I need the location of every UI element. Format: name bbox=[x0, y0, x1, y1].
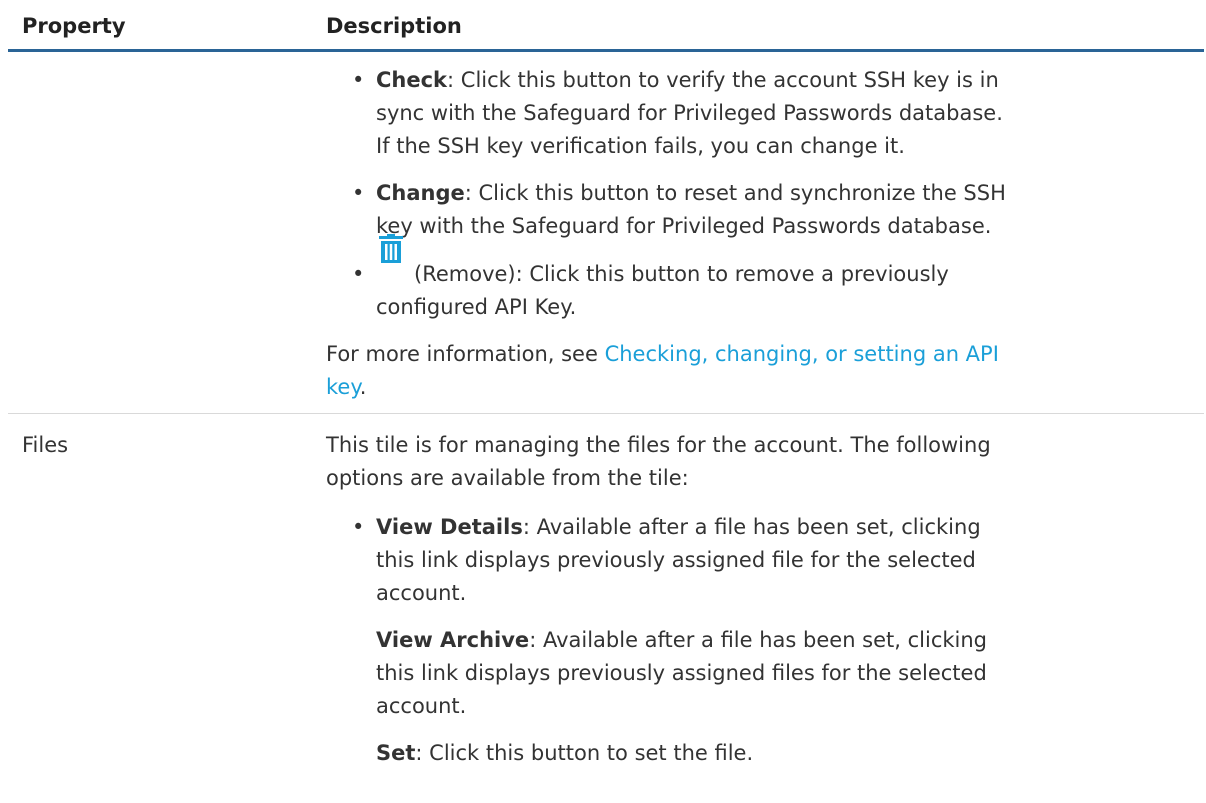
view-archive-line-1: View Archive: Available after a file has… bbox=[376, 628, 988, 652]
property-files: Files bbox=[22, 433, 69, 457]
trash-icon[interactable] bbox=[378, 234, 404, 268]
bullet-marker: • bbox=[352, 181, 365, 205]
change-line-1: Change: Click this button to reset and s… bbox=[376, 181, 1006, 205]
view-details-line-1: View Details: Available after a file has… bbox=[376, 515, 981, 539]
column-header-property: Property bbox=[22, 14, 126, 38]
view-archive-term: View Archive bbox=[376, 628, 530, 652]
bullet-marker: • bbox=[352, 515, 365, 539]
bullet-marker: • bbox=[352, 262, 365, 286]
table-header-row: Property Description bbox=[8, 0, 1204, 52]
check-line-3: If the SSH key verification fails, you c… bbox=[376, 134, 905, 158]
remove-line-2: configured API Key. bbox=[376, 295, 577, 319]
view-details-line-3: account. bbox=[376, 581, 467, 605]
change-line-2: key with the Safeguard for Privileged Pa… bbox=[376, 214, 992, 238]
view-details-term: View Details bbox=[376, 515, 523, 539]
column-header-description: Description bbox=[326, 14, 462, 38]
check-line-1: Check: Click this button to verify the a… bbox=[376, 68, 999, 92]
more-info-line-2: key. bbox=[326, 375, 367, 399]
set-term: Set bbox=[376, 741, 416, 765]
api-key-help-link-continued[interactable]: key bbox=[326, 375, 360, 399]
view-details-line-2: this link displays previously assigned f… bbox=[376, 548, 976, 572]
view-archive-line-3: account. bbox=[376, 694, 467, 718]
change-term: Change bbox=[376, 181, 465, 205]
check-term: Check bbox=[376, 68, 448, 92]
row-divider bbox=[8, 413, 1204, 414]
api-key-help-link[interactable]: Checking, changing, or setting an API bbox=[605, 342, 999, 366]
files-intro-line-2: options are available from the tile: bbox=[326, 466, 689, 490]
remove-line-1: (Remove): Click this button to remove a … bbox=[414, 262, 949, 286]
bullet-marker: • bbox=[352, 68, 365, 92]
view-archive-line-2: this link displays previously assigned f… bbox=[376, 661, 987, 685]
more-info-line-1: For more information, see Checking, chan… bbox=[326, 342, 999, 366]
set-line-1: Set: Click this button to set the file. bbox=[376, 741, 754, 765]
check-line-2: sync with the Safeguard for Privileged P… bbox=[376, 101, 1003, 125]
files-intro-line-1: This tile is for managing the files for … bbox=[326, 433, 991, 457]
